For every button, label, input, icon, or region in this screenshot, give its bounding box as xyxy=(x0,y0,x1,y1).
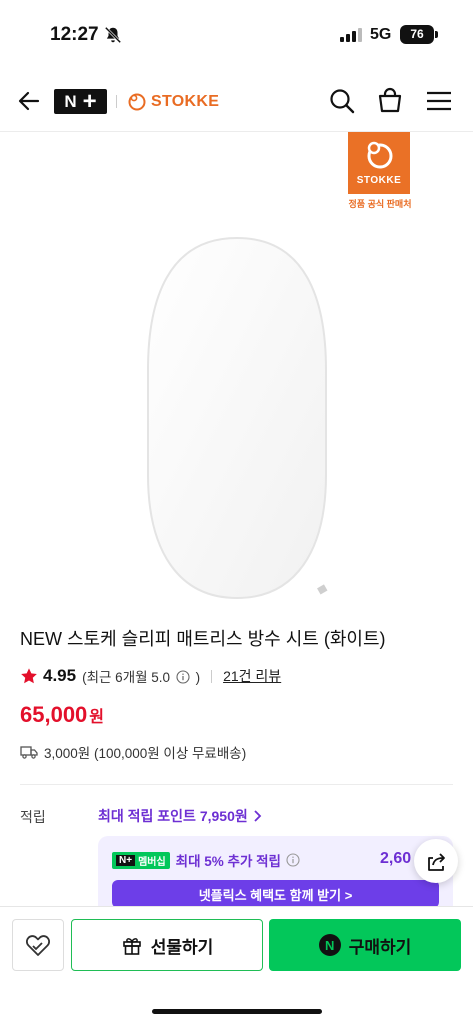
battery-icon: 76 xyxy=(400,25,434,44)
share-icon xyxy=(428,853,445,871)
nplus-letter: N xyxy=(64,91,77,111)
review-count-link[interactable]: 21건 리뷰 xyxy=(223,666,281,686)
chevron-right-icon xyxy=(254,810,262,822)
info-circle-icon[interactable] xyxy=(176,670,190,684)
shopping-bag-icon[interactable] xyxy=(376,86,404,114)
shipping-text: 3,000원 (100,000원 이상 무료배송) xyxy=(44,746,247,761)
product-image-carousel[interactable]: STOKKE 정품 공식 판매처 xyxy=(0,132,473,602)
npay-icon: N xyxy=(318,934,341,956)
price-row: 65,000 원 xyxy=(20,702,104,728)
netflix-benefit-button[interactable]: 넷플릭스 혜택도 함께 받기 > xyxy=(112,880,439,908)
buy-button[interactable]: N 구매하기 xyxy=(269,919,461,971)
buy-label: 구매하기 xyxy=(348,937,412,957)
nplus-store-logo[interactable]: N + xyxy=(54,89,107,114)
section-divider xyxy=(20,784,453,785)
status-bar: 12:27 5G 76 xyxy=(0,0,473,66)
shipping-row: 3,000원 (100,000원 이상 무료배송) xyxy=(20,742,246,762)
battery-tip xyxy=(435,31,438,38)
official-seller-caption: 정품 공식 판매처 xyxy=(348,199,412,209)
rating-recent: (최근 6개월 5.0 ) xyxy=(82,666,200,686)
rating-recent-prefix: (최근 6개월 5.0 xyxy=(82,670,171,685)
price-value: 65,000 xyxy=(20,702,88,727)
stokke-official-badge: STOKKE xyxy=(348,132,410,194)
membership-amount: 2,60 xyxy=(380,850,412,867)
stokke-badge-logo-icon xyxy=(367,141,393,169)
plus-icon: + xyxy=(82,87,97,115)
star-icon xyxy=(21,668,37,684)
bell-off-icon xyxy=(104,26,122,44)
back-arrow-icon[interactable] xyxy=(16,88,42,114)
search-icon[interactable] xyxy=(328,87,356,115)
gift-label: 선물하기 xyxy=(150,937,214,957)
menu-icon[interactable] xyxy=(425,89,453,113)
signal-icon xyxy=(340,28,362,42)
share-button[interactable] xyxy=(414,839,458,883)
max-points-text: 최대 적립 포인트 7,950원 xyxy=(98,808,248,824)
rating-recent-suffix: ) xyxy=(195,670,201,685)
network-type: 5G xyxy=(370,26,392,43)
wishlist-button[interactable] xyxy=(12,919,64,971)
points-label: 적립 xyxy=(20,809,46,825)
membership-badge-text: 멤버십 xyxy=(138,856,166,868)
rating-value: 4.95 xyxy=(43,666,77,685)
heart-check-icon xyxy=(26,935,50,956)
bottom-action-bar: 선물하기 N 구매하기 xyxy=(0,906,473,1024)
stokke-logo-icon xyxy=(128,93,146,111)
nplus-mini-logo-icon: N+ xyxy=(116,854,136,866)
stokke-brand-link[interactable]: STOKKE xyxy=(127,89,219,115)
home-indicator xyxy=(152,1009,322,1014)
badge-brand: STOKKE xyxy=(356,175,402,186)
header-divider xyxy=(116,95,117,108)
brand-name: STOKKE xyxy=(151,93,220,110)
membership-row: N+ 멤버십 최대 5% 추가 적립 xyxy=(112,850,302,870)
membership-info-icon[interactable] xyxy=(286,853,300,867)
max-points-link[interactable]: 최대 적립 포인트 7,950원 xyxy=(98,806,262,826)
rating-row: 4.95 (최근 6개월 5.0 ) 21건 리뷰 xyxy=(20,665,281,687)
membership-text: 최대 5% 추가 적립 xyxy=(175,854,281,869)
top-header: N + STOKKE xyxy=(0,70,473,132)
truck-icon xyxy=(20,746,38,759)
rating-divider xyxy=(211,669,213,683)
gift-icon xyxy=(122,938,141,955)
price-unit: 원 xyxy=(89,709,105,726)
product-mattress-image xyxy=(147,236,328,600)
nplus-membership-badge: N+ 멤버십 xyxy=(112,851,170,869)
product-title: NEW 스토케 슬리피 매트리스 방수 시트 (화이트) xyxy=(20,629,386,649)
status-time: 12:27 xyxy=(50,24,99,45)
gift-button[interactable]: 선물하기 xyxy=(71,919,263,971)
